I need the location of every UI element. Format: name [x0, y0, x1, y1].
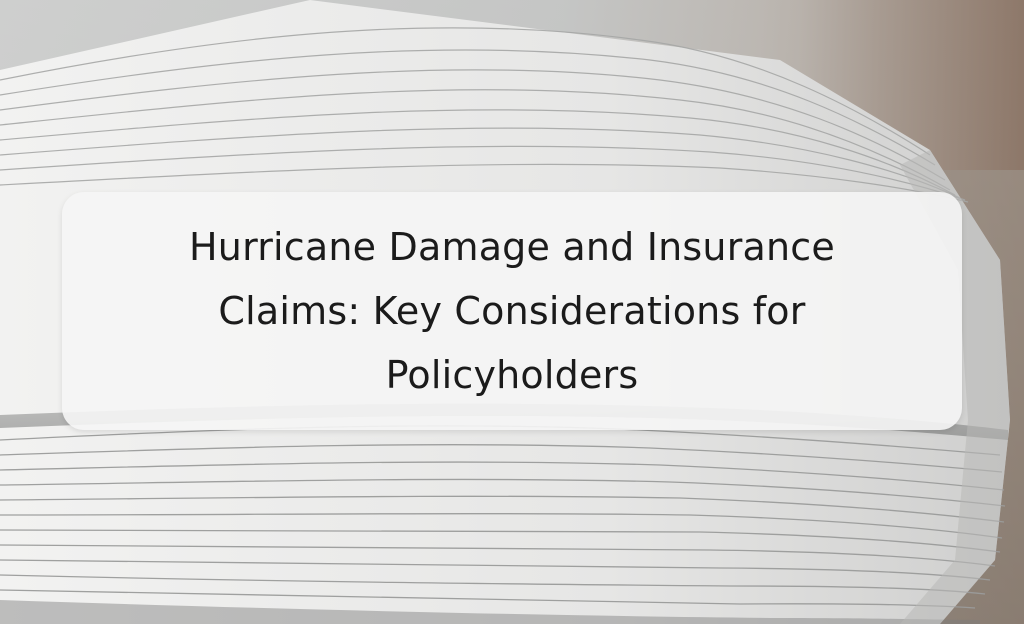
title-text: Hurricane Damage and Insurance Claims: K… [189, 225, 835, 397]
title-card: Hurricane Damage and Insurance Claims: K… [62, 192, 962, 430]
hero-image: Hurricane Damage and Insurance Claims: K… [0, 0, 1024, 624]
